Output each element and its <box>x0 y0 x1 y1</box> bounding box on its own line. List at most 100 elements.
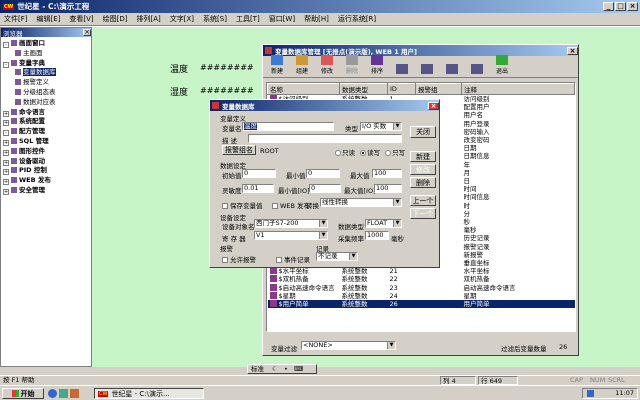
menu-item-8[interactable]: 窗口[W] <box>269 14 295 24</box>
expand-icon[interactable]: + <box>3 120 9 127</box>
tray-icon[interactable] <box>587 390 594 397</box>
menu-item-1[interactable]: 编辑[E] <box>37 14 61 24</box>
tree-item[interactable]: 分级组态表 <box>1 88 91 98</box>
expand-icon[interactable]: + <box>3 110 9 117</box>
menu-item-9[interactable]: 帮助[H] <box>304 14 329 24</box>
browser-close-button[interactable]: × <box>83 29 91 36</box>
toolbar-button-9[interactable]: 退出 <box>491 55 513 75</box>
tree-item[interactable]: + SQL 管理 <box>1 137 91 147</box>
column-header[interactable]: 报警组 <box>415 83 462 95</box>
tree-item[interactable]: + WEB 发布 <box>1 176 91 186</box>
toolbar-button-5[interactable] <box>391 64 413 75</box>
expand-icon[interactable]: + <box>3 149 9 156</box>
tree-item[interactable]: - 画面窗口 <box>1 39 91 49</box>
close-dialog-button[interactable]: 关闭 <box>410 126 436 138</box>
column-header[interactable]: 注释 <box>461 83 575 95</box>
moon-icon[interactable]: ☾ <box>272 365 278 373</box>
expand-icon[interactable]: + <box>3 169 9 176</box>
hum-value[interactable]: ######## <box>200 86 254 95</box>
conv-select[interactable]: 线性转换 ▼ <box>320 198 402 207</box>
start-button[interactable]: 开始 <box>2 388 44 399</box>
reg-select[interactable]: V1 ▼ <box>254 231 328 240</box>
menu-item-4[interactable]: 排列[A] <box>137 14 161 24</box>
expand-icon[interactable]: + <box>3 159 9 166</box>
hum-label[interactable]: 湿度 <box>170 85 188 98</box>
expand-icon[interactable]: + <box>3 179 9 186</box>
ie-icon[interactable] <box>48 389 57 398</box>
modify-button[interactable]: 修改 <box>410 164 436 175</box>
menu-item-5[interactable]: 文字[X] <box>170 14 194 24</box>
table-row[interactable]: $启动高速命令语言 系统整数 23 启动高速命令语言 <box>268 283 575 292</box>
alarm-group-button[interactable]: 报警组名 <box>222 145 256 155</box>
toolbar-button-8[interactable] <box>466 64 488 75</box>
maxio-input[interactable]: 100 <box>374 184 402 193</box>
toolbar-button-4[interactable]: 排序 <box>366 55 388 75</box>
tree-item[interactable]: 变量数据库 <box>1 68 91 78</box>
tree-item[interactable]: + 图形控件 <box>1 147 91 157</box>
toolbar-button-6[interactable] <box>416 64 438 75</box>
column-header[interactable]: 名称 <box>267 83 340 95</box>
chevron-down-icon[interactable]: ▼ <box>393 123 401 130</box>
desktop-icon[interactable] <box>59 389 68 398</box>
temp-value[interactable]: ######## <box>200 63 254 72</box>
prev-button[interactable]: 上一个 <box>410 195 436 206</box>
table-row[interactable]: $水平坐标 系统整数 21 水平坐标 <box>268 267 575 275</box>
maximize-button[interactable]: □ <box>615 2 626 11</box>
ime-bar[interactable]: 标准 ☾ • ⌨ <box>247 364 317 374</box>
freq-input[interactable]: 1000 <box>365 231 389 240</box>
toolbar-button-2[interactable]: 修改 <box>316 55 338 75</box>
name-input[interactable]: 温度 <box>242 122 334 131</box>
tree-item[interactable]: + PID 控制 <box>1 166 91 176</box>
tree-item[interactable]: + 系统配置 <box>1 117 91 127</box>
save-checkbox[interactable] <box>222 203 228 209</box>
toolbar-button-0[interactable]: 新建 <box>266 55 288 75</box>
column-header[interactable]: ID <box>387 83 416 95</box>
chevron-down-icon[interactable]: ▼ <box>349 253 357 260</box>
menu-item-10[interactable]: 运行系统[R] <box>338 14 376 24</box>
tree-item[interactable]: + 命令语言 <box>1 108 91 118</box>
menu-item-2[interactable]: 查看[V] <box>69 14 93 24</box>
tree-item[interactable]: - 变量字典 <box>1 59 91 69</box>
min-input[interactable]: 0 <box>306 169 340 178</box>
toolbar-button-3[interactable]: 删除 <box>341 55 363 75</box>
table-row[interactable]: $星期 系统整数 24 星期 <box>268 291 575 300</box>
app-icon[interactable] <box>70 389 79 398</box>
dot-icon[interactable]: • <box>284 365 288 373</box>
menu-item-6[interactable]: 系统[S] <box>203 14 227 24</box>
ime-mode[interactable]: 标准 <box>251 365 264 373</box>
filter-select[interactable]: <NONE> ▼ <box>301 341 396 350</box>
task-button[interactable]: CW 世纪星 - C:\演示... <box>94 388 204 399</box>
dialog-close-button[interactable]: × <box>428 101 439 110</box>
readwrite-radio[interactable] <box>360 150 367 156</box>
minimize-button[interactable]: _ <box>603 2 614 11</box>
devobj-select[interactable]: 西门子S7-200 ▼ <box>254 219 328 228</box>
menu-item-0[interactable]: 文件[F] <box>4 14 28 24</box>
table-row[interactable]: $用户简单 系统整数 26 用户简单 <box>267 300 575 309</box>
max-input[interactable]: 100 <box>372 169 402 178</box>
chevron-down-icon[interactable]: ▼ <box>319 220 327 227</box>
dtype-select[interactable]: FLOAT ▼ <box>365 219 402 228</box>
writeonly-radio[interactable] <box>385 150 392 156</box>
tree-item[interactable]: - 配方管理 <box>1 127 91 137</box>
chevron-down-icon[interactable]: ▼ <box>393 220 401 227</box>
tree-item[interactable]: + 安全管理 <box>1 186 91 196</box>
toolbar-button-7[interactable] <box>441 64 463 75</box>
rec-select[interactable]: 不记录 ▼ <box>316 252 358 261</box>
column-header[interactable]: 数据类型 <box>339 83 388 95</box>
allow-alarm-checkbox[interactable] <box>222 257 228 263</box>
db-manager-close-button[interactable]: × <box>567 46 578 55</box>
dead-input[interactable]: 0.01 <box>242 184 274 193</box>
expand-icon[interactable]: + <box>3 139 9 146</box>
type-select[interactable]: I/O 实数 ▼ <box>360 122 402 131</box>
readonly-radio[interactable] <box>335 150 341 156</box>
delete-button[interactable]: 删除 <box>410 177 436 188</box>
minio-input[interactable]: 0 <box>309 184 341 193</box>
chevron-down-icon[interactable]: ▼ <box>387 342 395 349</box>
web-checkbox[interactable] <box>272 203 278 209</box>
expand-icon[interactable]: + <box>3 188 9 195</box>
menu-item-3[interactable]: 绘图[D] <box>103 14 128 24</box>
tree-item[interactable]: 报警定义 <box>1 78 91 88</box>
collapse-icon[interactable]: - <box>3 42 9 48</box>
temp-label[interactable]: 温度 <box>170 62 188 75</box>
tree-item[interactable]: + 设备驱动 <box>1 157 91 167</box>
